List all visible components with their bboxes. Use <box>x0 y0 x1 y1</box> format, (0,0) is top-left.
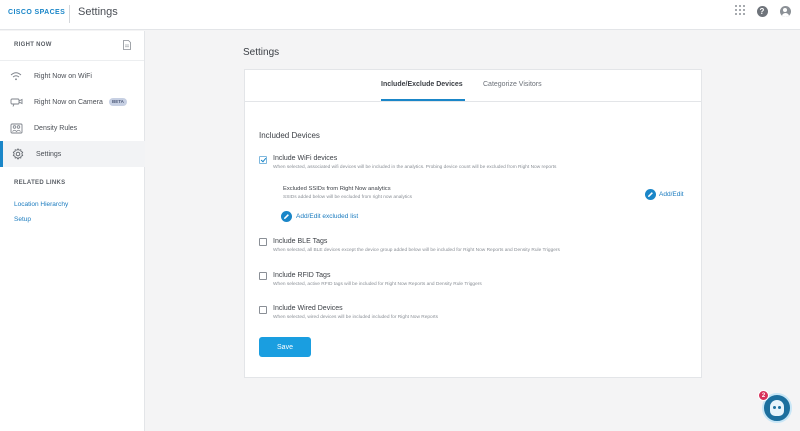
add-edit-link[interactable]: Add/Edit <box>659 191 684 198</box>
beta-badge: BETA <box>109 98 127 106</box>
density-icon <box>9 121 23 135</box>
include-wired-devices-checkbox[interactable] <box>259 306 267 314</box>
option-title: Include RFID Tags <box>273 272 331 279</box>
sidebar-item-right-now-camera[interactable]: Right Now on Camera BETA <box>0 89 145 115</box>
camera-icon <box>9 95 23 109</box>
sidebar-section-label: RIGHT NOW <box>14 42 52 48</box>
app-title: Settings <box>78 6 118 18</box>
option-description: When selected, associated wifi devices w… <box>273 165 557 170</box>
gear-icon <box>11 147 25 161</box>
excluded-ssids-description: SSIDs added below will be excluded from … <box>283 195 413 200</box>
option-description: When selected, wired devices will be inc… <box>273 315 439 320</box>
apps-grid-icon[interactable] <box>733 3 747 17</box>
add-edit-excluded-list-link[interactable]: Add/Edit excluded list <box>296 213 358 220</box>
help-icon[interactable]: ? <box>755 4 769 18</box>
sidebar-item-label: Right Now on Camera <box>34 98 103 106</box>
edit-excluded-list-pencil-icon[interactable] <box>281 211 292 222</box>
wifi-icon <box>9 69 23 83</box>
active-tab-indicator <box>381 99 465 101</box>
edit-ssids-pencil-icon[interactable] <box>645 189 656 200</box>
section-title: Included Devices <box>259 131 320 140</box>
top-bar: CISCO SPACES Settings ? <box>0 0 800 30</box>
location-hierarchy-link[interactable]: Location Hierarchy <box>14 201 68 208</box>
sidebar-item-settings[interactable]: Settings <box>0 141 145 167</box>
user-avatar-icon[interactable] <box>778 4 792 18</box>
excluded-ssids-title: Excluded SSIDs from Right Now analytics <box>283 186 391 192</box>
sidebar-item-label: Density Rules <box>34 124 78 132</box>
notification-badge: 2 <box>758 390 769 401</box>
option-description: When selected, active RFID tags will be … <box>273 282 482 287</box>
option-title: Include BLE Tags <box>273 238 328 245</box>
sidebar: RIGHT NOW Right Now on WiFi Right Now on… <box>0 31 145 431</box>
related-links-label: RELATED LINKS <box>14 180 66 186</box>
tab-include-exclude-devices[interactable]: Include/Exclude Devices <box>381 81 463 88</box>
option-description: When selected, all BLE devices except th… <box>273 248 560 253</box>
include-wifi-checkbox[interactable] <box>259 156 267 164</box>
divider <box>69 5 70 23</box>
sidebar-item-label: Settings <box>36 150 62 158</box>
sidebar-item-right-now-wifi[interactable]: Right Now on WiFi <box>0 63 145 89</box>
settings-card: Include/Exclude Devices Categorize Visit… <box>244 69 702 378</box>
page-title: Settings <box>243 47 280 58</box>
setup-link[interactable]: Setup <box>14 216 31 223</box>
option-title: Include Wired Devices <box>273 305 343 312</box>
sidebar-item-label: Right Now on WiFi <box>34 72 92 80</box>
brand-logo[interactable]: CISCO SPACES <box>8 9 65 16</box>
save-button[interactable]: Save <box>259 337 311 357</box>
include-ble-tags-checkbox[interactable] <box>259 238 267 246</box>
document-icon[interactable] <box>123 40 131 50</box>
sidebar-header: RIGHT NOW <box>0 31 144 61</box>
sidebar-item-density-rules[interactable]: Density Rules <box>0 115 145 141</box>
option-title: Include WiFi devices <box>273 155 338 162</box>
tab-categorize-visitors[interactable]: Categorize Visitors <box>483 81 542 88</box>
tab-bar: Include/Exclude Devices Categorize Visit… <box>245 70 701 102</box>
include-rfid-tags-checkbox[interactable] <box>259 272 267 280</box>
